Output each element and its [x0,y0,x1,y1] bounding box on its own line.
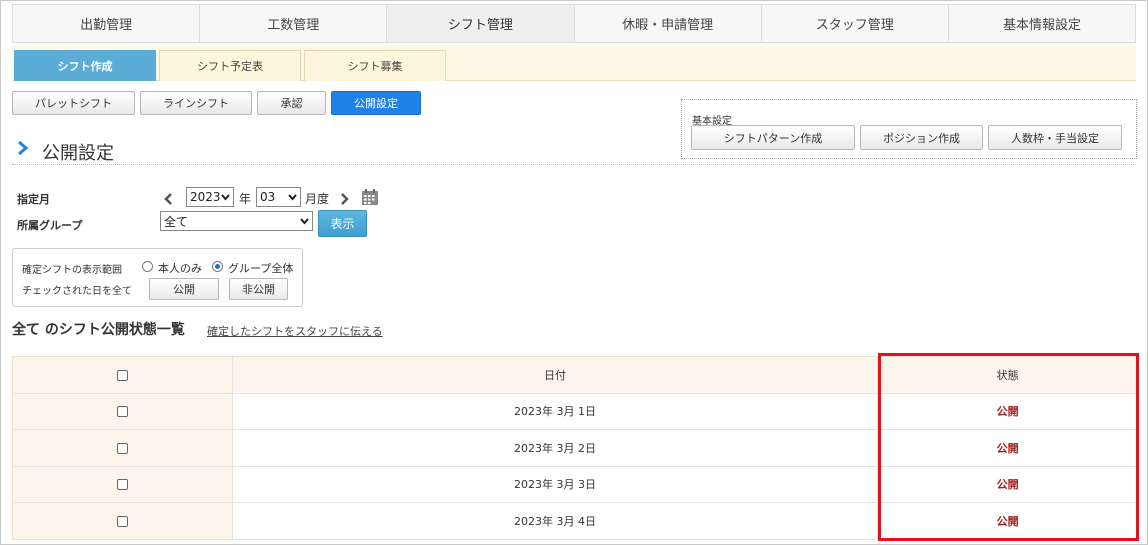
row-checkbox[interactable] [116,406,128,418]
notify-staff-link[interactable]: 確定したシフトをスタッフに伝える [207,323,383,339]
approve-button[interactable]: 承認 [257,91,326,115]
tab-attendance[interactable]: 出勤管理 [13,5,201,42]
row-date: 2023年 3月 3日 [231,465,879,503]
status-column-highlight [878,353,1139,541]
show-button[interactable]: 表示 [318,210,367,237]
row-date: 2023年 3月 4日 [231,502,879,540]
year-value: 2023 [190,190,221,204]
tab-leave[interactable]: 休暇・申請管理 [574,5,762,42]
unpublish-button[interactable]: 非公開 [229,278,288,300]
pallet-shift-button[interactable]: パレットシフト [12,91,135,115]
chevron-down-icon [221,194,230,201]
date-header: 日付 [231,356,879,394]
year-suffix: 年 [239,192,252,206]
chevron-right-icon [18,141,29,155]
next-month-icon[interactable] [340,193,350,205]
page-title: 公開設定 [42,143,114,164]
row-checkbox[interactable] [116,479,128,491]
radio-self-only[interactable] [142,261,153,272]
row-checkbox-cell [12,392,233,430]
tab-shift[interactable]: シフト管理 [387,5,575,42]
row-checkbox[interactable] [116,515,128,527]
radio-self-only-label: 本人のみ [158,262,202,275]
tab-staff[interactable]: スタッフ管理 [761,5,949,42]
tab-basic-settings[interactable]: 基本情報設定 [948,5,1136,42]
radio-group-all[interactable] [212,261,223,272]
tab-man-hours[interactable]: 工数管理 [200,5,388,42]
group-label: 所属グループ [17,219,83,232]
publish-button[interactable]: 公開 [149,278,219,300]
sub-nav: シフト作成 シフト予定表 シフト募集 [12,45,1136,81]
display-range-label: 確定シフトの表示範囲 [22,265,122,276]
row-checkbox-cell [12,502,233,540]
group-select[interactable]: 全て [160,211,313,231]
radio-group-all-label: グループ全体 [228,262,294,275]
month-label: 指定月 [17,193,50,206]
title-row: 公開設定 [12,136,1136,165]
group-value: 全て [164,214,189,229]
chevron-down-icon [300,218,309,225]
subtab-shift-create[interactable]: シフト作成 [14,50,156,81]
main-nav: 出勤管理 工数管理 シフト管理 休暇・申請管理 スタッフ管理 基本情報設定 [12,4,1136,43]
checked-days-label: チェックされた日を全て [22,286,132,297]
select-all-cell [12,356,233,394]
line-shift-button[interactable]: ラインシフト [140,91,252,115]
year-select[interactable]: 2023 [186,187,234,207]
subtab-shift-recruit[interactable]: シフト募集 [304,50,446,81]
list-title: 全て のシフト公開状態一覧 [12,322,185,338]
month-suffix: 月度 [305,192,330,206]
row-date: 2023年 3月 2日 [231,429,879,467]
select-all-checkbox[interactable] [116,369,128,381]
row-checkbox-cell [12,429,233,467]
month-value: 03 [260,190,276,204]
month-select[interactable]: 03 [256,187,301,207]
publish-setting-button[interactable]: 公開設定 [331,91,421,115]
calendar-icon[interactable] [361,188,379,206]
row-checkbox[interactable] [116,442,128,454]
chevron-down-icon [288,194,297,201]
row-date: 2023年 3月 1日 [231,392,879,430]
app-frame: 出勤管理 工数管理 シフト管理 休暇・申請管理 スタッフ管理 基本情報設定 シフ… [0,0,1148,545]
subtab-shift-schedule[interactable]: シフト予定表 [159,50,301,81]
prev-month-icon[interactable] [163,193,173,205]
row-checkbox-cell [12,465,233,503]
